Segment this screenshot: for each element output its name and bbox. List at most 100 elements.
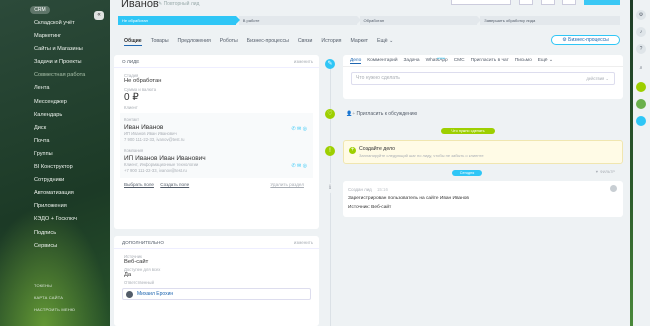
plus-icon[interactable]: +: [349, 147, 356, 154]
sidebar-bottom-links: ТОКЕНЫ КАРТА САЙТА НАСТРОИТЬ МЕНЮ: [34, 280, 110, 316]
tab-item[interactable]: Предложения: [178, 36, 211, 46]
tab-item[interactable]: Ещё ⌄: [377, 36, 393, 46]
edit-activity-icon: ✎: [325, 59, 335, 69]
timeline-tab[interactable]: СМС: [454, 58, 465, 63]
contact-action-icons[interactable]: ✆ ✉ ◎: [291, 126, 307, 132]
company-phone-email: +7 900 111-22-33, ivanov@test.ru: [124, 168, 187, 173]
chat-bubble-icon[interactable]: [636, 116, 646, 126]
user-avatar-2[interactable]: [636, 99, 646, 109]
timeline-tab[interactable]: Комментарий: [367, 58, 397, 63]
timeline-tab[interactable]: Ещё ⌄: [538, 58, 553, 63]
primary-button[interactable]: [584, 0, 620, 5]
bell-icon[interactable]: ♪: [636, 27, 646, 37]
create-field-link[interactable]: Создать поле: [160, 182, 189, 187]
tab-item[interactable]: Общие: [124, 36, 142, 46]
select-field-link[interactable]: Выбрать поле: [124, 182, 154, 187]
stage-item[interactable]: Обработан: [359, 16, 482, 25]
top-button-3[interactable]: [562, 0, 577, 5]
user-avatar-1[interactable]: [636, 82, 646, 92]
responsible-label: Ответственный: [124, 280, 154, 285]
invite-label[interactable]: Пригласить к обсуждению: [357, 111, 418, 117]
responsible-name[interactable]: Михаил Ерохин: [137, 291, 173, 297]
tab-item[interactable]: История: [321, 36, 341, 46]
sidebar-item[interactable]: Складской учёт: [34, 17, 110, 30]
top-button-1[interactable]: [518, 0, 533, 5]
sidebar-bottom-link[interactable]: НАСТРОИТЬ МЕНЮ: [34, 304, 110, 316]
history-icon: ℹ: [325, 183, 335, 193]
todo-input[interactable]: Что нужно сделать действия ⌄: [351, 72, 615, 85]
page-title: Иванов: [121, 0, 159, 10]
sidebar-item[interactable]: Автоматизация: [34, 187, 110, 200]
stage-label: Обработан: [363, 18, 385, 23]
todo-actions[interactable]: действия ⌄: [586, 73, 609, 84]
sidebar-item[interactable]: Сотрудники: [34, 174, 110, 187]
sidebar-item[interactable]: Группы: [34, 148, 110, 161]
extra-title: ДОПОЛНИТЕЛЬНО: [122, 240, 164, 245]
contact-name[interactable]: Иван Иванов: [124, 124, 309, 131]
sidebar-item[interactable]: КЭДО + Госключ: [34, 213, 110, 226]
search-icon[interactable]: ⌕: [636, 63, 646, 73]
timeline-tab[interactable]: Пригласить в чат: [471, 58, 509, 63]
todo-pill: Что нужно сделать: [441, 128, 495, 134]
stage-label: В работе: [242, 18, 260, 23]
tab-item[interactable]: Роботы: [220, 36, 238, 46]
stage-arrow: [356, 16, 361, 24]
sidebar-bottom-link[interactable]: КАРТА САЙТА: [34, 292, 110, 304]
stage-arrow: [235, 16, 240, 24]
sidebar-item[interactable]: Приложения: [34, 200, 110, 213]
client-label: Клиент: [124, 105, 138, 110]
stage-label: Завершить обработку лида: [484, 18, 536, 23]
tab-item[interactable]: Товары: [151, 36, 169, 46]
create-activity-title[interactable]: Создайте дело: [359, 146, 395, 152]
settings-icon[interactable]: ⚙: [636, 10, 646, 20]
stage-item[interactable]: Завершить обработку лида: [480, 16, 621, 25]
company-action-icons[interactable]: ✆ ✉ ◎: [291, 163, 307, 169]
extra-edit-link[interactable]: изменить: [294, 236, 313, 249]
tab-item[interactable]: Маркет: [350, 36, 368, 46]
about-edit-link[interactable]: изменить: [294, 55, 313, 68]
crm-badge[interactable]: CRM: [30, 6, 50, 14]
top-field-1[interactable]: [451, 0, 512, 5]
sidebar-item[interactable]: Совместная работа: [34, 69, 110, 82]
sidebar-menu: Складской учёт Маркетинг Сайты и Магазины З…: [34, 17, 110, 253]
sum-value[interactable]: 0 ₽: [124, 92, 319, 103]
filter-button[interactable]: ▼ ФИЛЬТР: [595, 170, 615, 174]
stage-item[interactable]: В работе: [238, 16, 361, 25]
sidebar-item[interactable]: Задачи и Проекты: [34, 56, 110, 69]
sidebar-item[interactable]: Сервисы: [34, 240, 110, 253]
timeline-tab[interactable]: Дело: [350, 58, 362, 64]
help-icon[interactable]: ?: [636, 44, 646, 54]
about-lead-title: О ЛИДЕ: [122, 59, 140, 64]
invite-discussion[interactable]: 👤+ Пригласить к обсуждению: [346, 111, 417, 117]
sidebar-item[interactable]: Сайты и Магазины: [34, 43, 110, 56]
sidebar-item[interactable]: BI Конструктор: [34, 161, 110, 174]
add-person-icon: 👤+: [346, 111, 356, 117]
responsible-person[interactable]: Михаил Ерохин: [122, 288, 311, 300]
avatar: [126, 291, 133, 298]
detail-tabs: Общие Товары Предложения Роботы Бизнес-проце…: [124, 36, 402, 46]
timeline-tab[interactable]: Задача: [404, 58, 420, 63]
sidebar-item[interactable]: Диск: [34, 122, 110, 135]
chat-icon: ♡: [325, 109, 335, 119]
tab-item[interactable]: Бизнес-процессы: [247, 36, 289, 46]
sidebar-item[interactable]: Лента: [34, 82, 110, 95]
timeline-tab[interactable]: Письмо: [515, 58, 532, 63]
info-icon: !: [325, 146, 335, 156]
tab-item[interactable]: Связи: [298, 36, 313, 46]
sidebar-item[interactable]: Маркетинг: [34, 30, 110, 43]
sidebar-item[interactable]: Подпись: [34, 227, 110, 240]
stage-bar: Не обработан В работе Обработан Завершить о…: [118, 16, 623, 25]
company-name[interactable]: ИП Иванов Иван Иванович: [124, 155, 309, 162]
sidebar-item[interactable]: Календарь: [34, 109, 110, 122]
top-buttons: [445, 0, 620, 6]
today-pill: Сегодня: [452, 170, 482, 176]
sidebar-item[interactable]: Мессенджер: [34, 96, 110, 109]
sidebar-item[interactable]: Почта: [34, 135, 110, 148]
business-process-button[interactable]: ⚙ Бизнес-процессы: [551, 35, 620, 45]
sidebar-bottom-link[interactable]: ТОКЕНЫ: [34, 280, 110, 292]
stage-item[interactable]: Не обработан: [118, 16, 240, 25]
title-subtitle[interactable]: ✎ Повторный лид: [158, 1, 199, 7]
top-button-2[interactable]: [540, 0, 555, 5]
event-header: Создан лид 15:16: [348, 187, 388, 192]
delete-section-link[interactable]: Удалить раздел: [270, 182, 304, 187]
